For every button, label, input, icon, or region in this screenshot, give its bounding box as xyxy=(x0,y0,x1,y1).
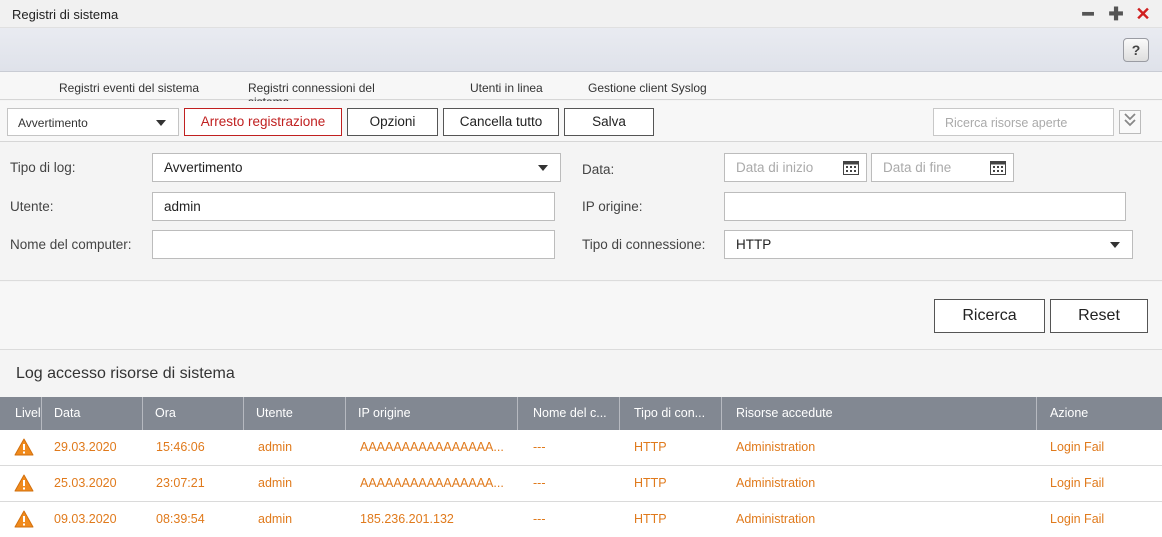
cell-action: Login Fail xyxy=(1050,476,1105,490)
warning-icon xyxy=(14,438,34,456)
connection-type-label: Tipo di connessione: xyxy=(582,237,706,252)
cell-connection-type: HTTP xyxy=(634,476,667,490)
warning-icon xyxy=(14,474,34,492)
cell-resource: Administration xyxy=(736,476,816,490)
connection-type-select[interactable]: HTTP xyxy=(724,230,1133,259)
help-button[interactable]: ? xyxy=(1123,38,1149,62)
level-select-value: Avvertimento xyxy=(18,116,88,130)
minimize-icon[interactable]: ━ xyxy=(1078,4,1098,24)
table-row[interactable]: 25.03.2020 23:07:21 admin AAAAAAAAAAAAAA… xyxy=(0,466,1162,502)
cell-user: admin xyxy=(258,512,293,526)
save-button[interactable]: Salva xyxy=(564,108,654,136)
expand-button[interactable] xyxy=(1119,110,1141,134)
column-header-user[interactable]: Utente xyxy=(244,397,346,430)
stop-logging-button[interactable]: Arresto registrazione xyxy=(184,108,342,136)
cell-connection-type: HTTP xyxy=(634,440,667,454)
table-title: Log accesso risorse di sistema xyxy=(16,365,235,382)
reset-button[interactable]: Reset xyxy=(1050,299,1148,333)
cell-time: 23:07:21 xyxy=(156,476,205,490)
filter-form: Tipo di log: Avvertimento Utente: admin … xyxy=(0,142,1162,281)
cell-resource: Administration xyxy=(736,512,816,526)
calendar-icon[interactable] xyxy=(990,160,1006,175)
header-band: ? xyxy=(0,28,1162,72)
column-header-resources[interactable]: Risorse accedute xyxy=(722,397,1037,430)
cell-computer-name: --- xyxy=(533,440,546,454)
end-date-placeholder: Data di fine xyxy=(883,160,952,175)
start-date-placeholder: Data di inizio xyxy=(736,160,814,175)
start-date-field[interactable]: Data di inizio xyxy=(724,153,867,182)
cell-user: admin xyxy=(258,476,293,490)
log-type-select[interactable]: Avvertimento xyxy=(152,153,561,182)
cell-date: 09.03.2020 xyxy=(54,512,117,526)
computer-name-label: Nome del computer: xyxy=(10,237,132,252)
clear-all-button[interactable]: Cancella tutto xyxy=(443,108,559,136)
calendar-icon[interactable] xyxy=(843,160,859,175)
window-titlebar: Registri di sistema ━ ✚ ✕ xyxy=(0,0,1162,28)
date-label: Data: xyxy=(582,162,615,177)
source-ip-label: IP origine: xyxy=(582,199,643,214)
column-header-connection-type[interactable]: Tipo di con... xyxy=(620,397,722,430)
window-title: Registri di sistema xyxy=(12,7,119,22)
toolbar: Avvertimento Arresto registrazione Opzio… xyxy=(0,101,1162,142)
cell-date: 29.03.2020 xyxy=(54,440,117,454)
search-input[interactable]: Ricerca risorse aperte xyxy=(933,108,1114,136)
cell-source-ip: AAAAAAAAAAAAAAAA... xyxy=(360,476,504,490)
column-header-time[interactable]: Ora xyxy=(143,397,244,430)
cell-resource: Administration xyxy=(736,440,816,454)
log-type-label: Tipo di log: xyxy=(10,160,76,175)
column-header-computer-name[interactable]: Nome del c... xyxy=(518,397,620,430)
chevron-down-icon xyxy=(1110,242,1120,248)
cell-source-ip: 185.236.201.132 xyxy=(360,512,454,526)
connection-type-value: HTTP xyxy=(736,237,772,252)
tab-system-events[interactable]: Registri eventi del sistema xyxy=(59,81,199,95)
user-field[interactable]: admin xyxy=(152,192,555,221)
log-type-value: Avvertimento xyxy=(164,160,243,175)
double-chevron-down-icon xyxy=(1124,113,1136,127)
tab-online-users[interactable]: Utenti in linea xyxy=(470,81,543,95)
user-label: Utente: xyxy=(10,199,54,214)
search-button[interactable]: Ricerca xyxy=(934,299,1045,333)
column-header-date[interactable]: Data xyxy=(42,397,143,430)
table-header: Livel Data Ora Utente IP origine Nome de… xyxy=(0,397,1162,430)
computer-name-field[interactable] xyxy=(152,230,555,259)
cell-action: Login Fail xyxy=(1050,512,1105,526)
tab-syslog-client[interactable]: Gestione client Syslog xyxy=(588,81,707,95)
cell-date: 25.03.2020 xyxy=(54,476,117,490)
table-row[interactable]: 29.03.2020 15:46:06 admin AAAAAAAAAAAAAA… xyxy=(0,430,1162,466)
column-header-level[interactable]: Livel xyxy=(0,397,42,430)
warning-icon xyxy=(14,510,34,528)
options-button[interactable]: Opzioni xyxy=(347,108,438,136)
chevron-down-icon xyxy=(156,120,166,126)
tab-bar: Registri eventi del sistema Registri con… xyxy=(0,72,1162,113)
end-date-field[interactable]: Data di fine xyxy=(871,153,1014,182)
cell-computer-name: --- xyxy=(533,476,546,490)
close-icon[interactable]: ✕ xyxy=(1133,4,1153,24)
chevron-down-icon xyxy=(538,165,548,171)
source-ip-field[interactable] xyxy=(724,192,1126,221)
action-row: Ricerca Reset xyxy=(0,282,1162,350)
cell-time: 15:46:06 xyxy=(156,440,205,454)
maximize-icon[interactable]: ✚ xyxy=(1106,4,1126,24)
cell-user: admin xyxy=(258,440,293,454)
table-row[interactable]: 09.03.2020 08:39:54 admin 185.236.201.13… xyxy=(0,502,1162,537)
cell-connection-type: HTTP xyxy=(634,512,667,526)
column-header-action[interactable]: Azione xyxy=(1037,397,1162,430)
cell-action: Login Fail xyxy=(1050,440,1105,454)
column-header-source-ip[interactable]: IP origine xyxy=(346,397,518,430)
level-select[interactable]: Avvertimento xyxy=(7,108,179,136)
cell-time: 08:39:54 xyxy=(156,512,205,526)
cell-computer-name: --- xyxy=(533,512,546,526)
cell-source-ip: AAAAAAAAAAAAAAAA... xyxy=(360,440,504,454)
